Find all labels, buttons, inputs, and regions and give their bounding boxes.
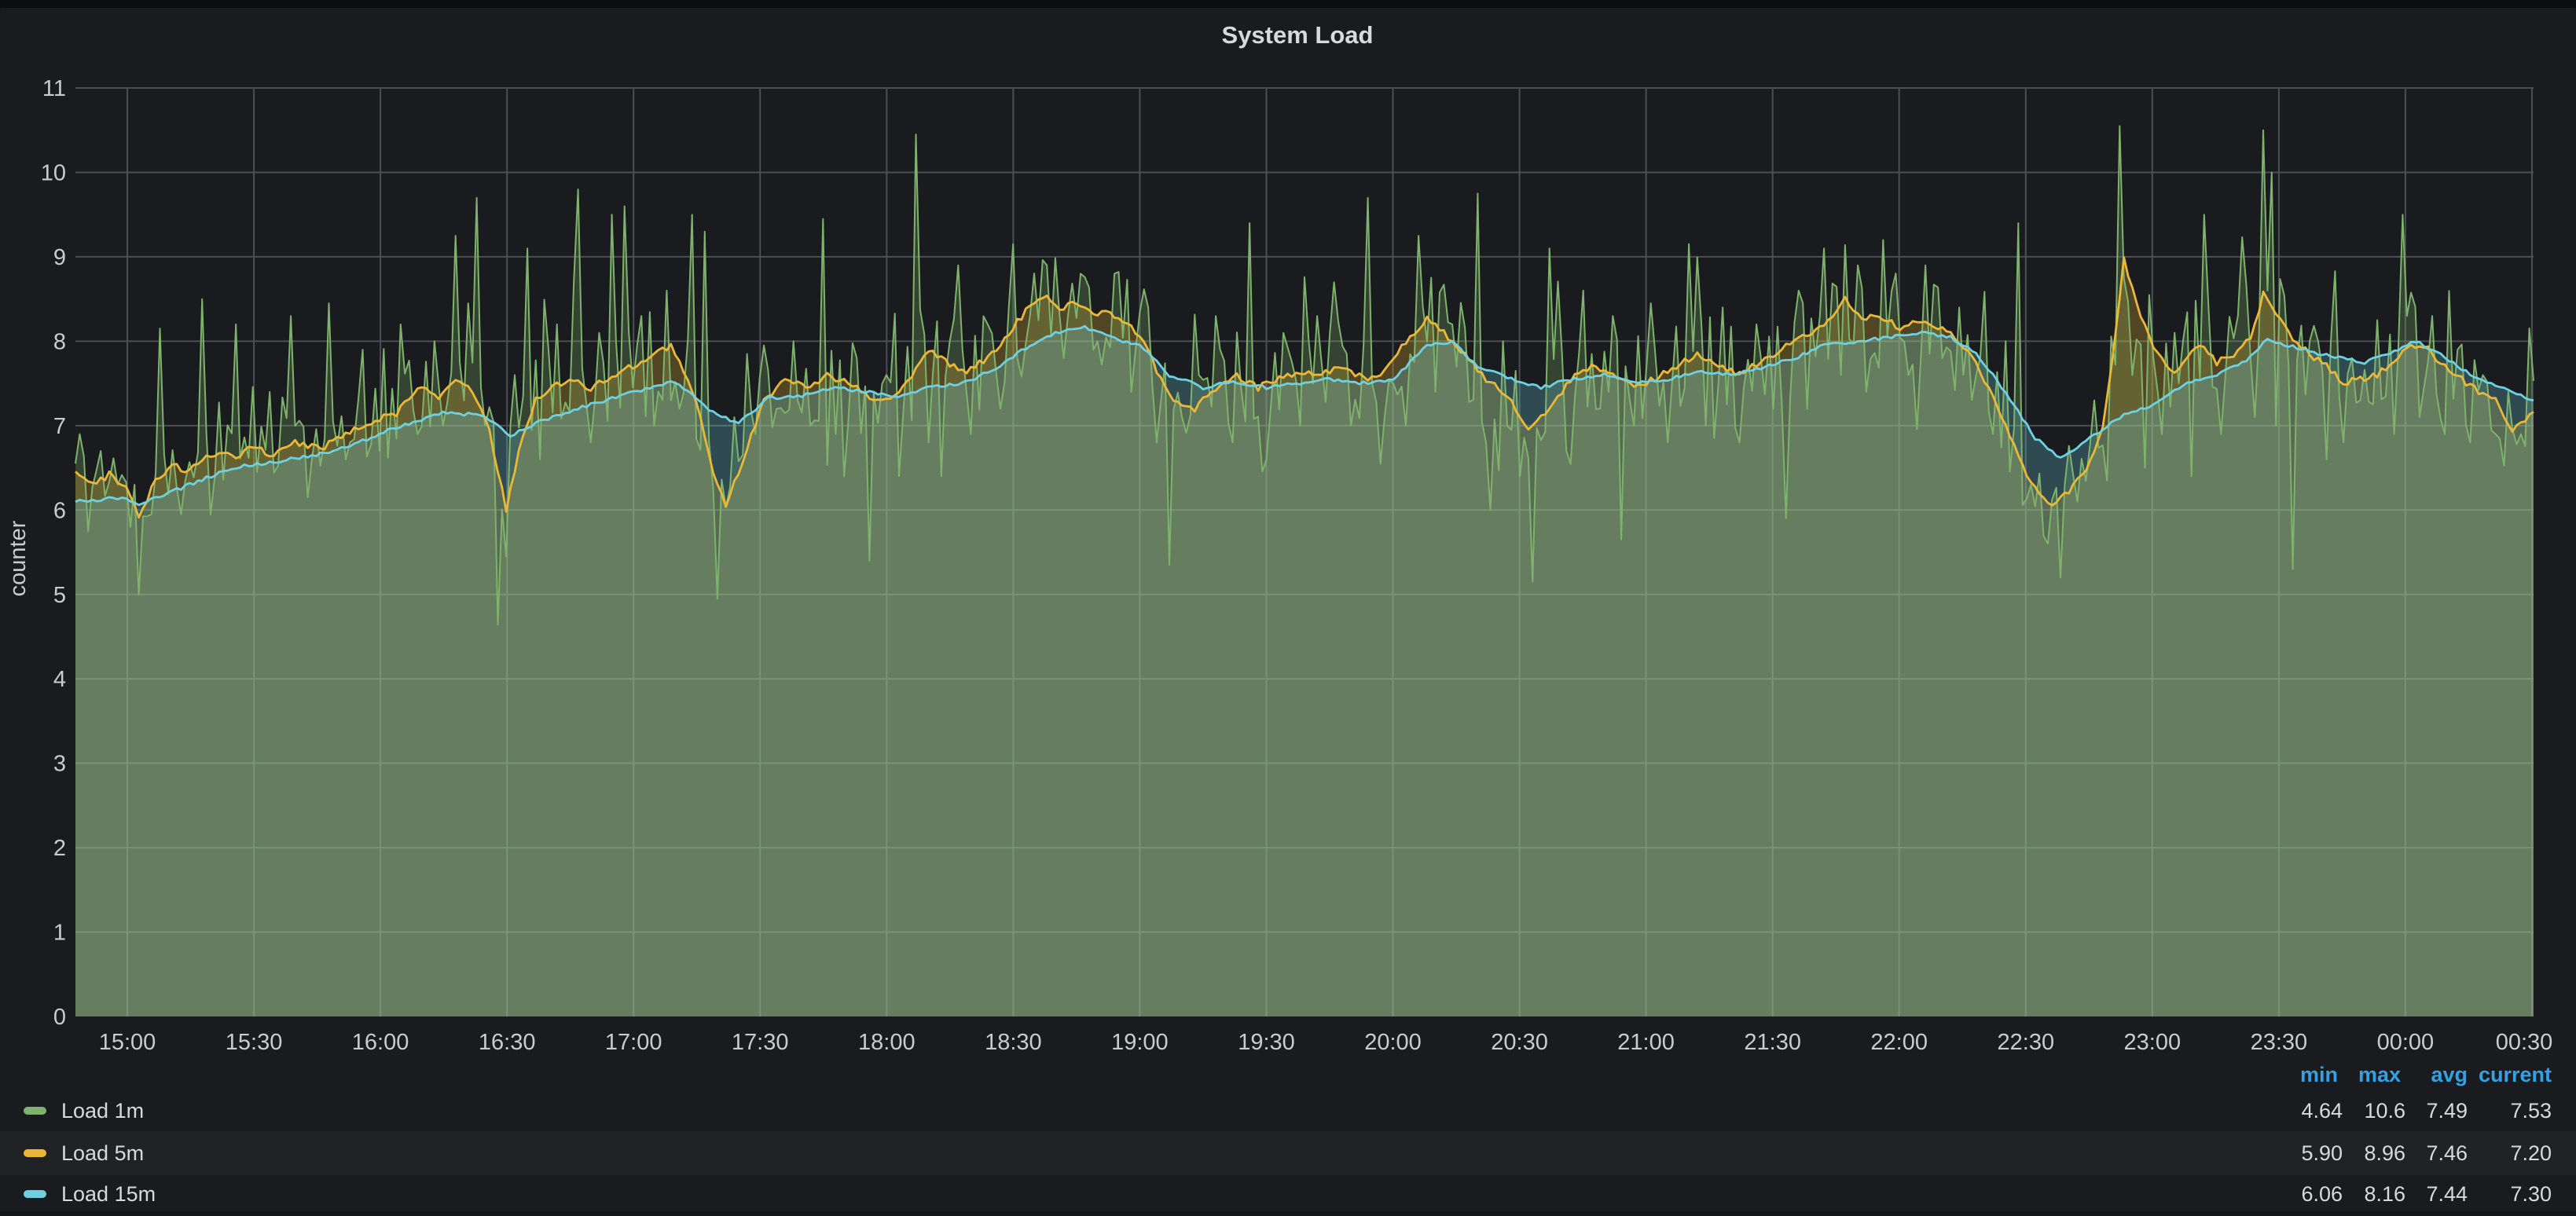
svg-text:0: 0 xyxy=(53,1005,66,1030)
svg-text:16:30: 16:30 xyxy=(479,1030,536,1055)
svg-text:19:00: 19:00 xyxy=(1111,1030,1169,1055)
svg-text:23:30: 23:30 xyxy=(2251,1030,2308,1055)
svg-text:8: 8 xyxy=(53,329,66,354)
svg-text:11: 11 xyxy=(42,76,66,101)
svg-text:7: 7 xyxy=(53,414,66,439)
svg-text:15:30: 15:30 xyxy=(226,1030,283,1055)
svg-text:00:30: 00:30 xyxy=(2496,1030,2553,1055)
svg-text:counter: counter xyxy=(6,520,31,596)
svg-text:9: 9 xyxy=(53,245,66,270)
svg-text:20:30: 20:30 xyxy=(1491,1030,1548,1055)
svg-text:4: 4 xyxy=(53,667,66,692)
svg-text:00:00: 00:00 xyxy=(2377,1030,2435,1055)
svg-text:22:30: 22:30 xyxy=(1998,1030,2055,1055)
svg-text:10: 10 xyxy=(41,161,66,186)
svg-text:18:00: 18:00 xyxy=(858,1030,916,1055)
svg-text:23:00: 23:00 xyxy=(2124,1030,2182,1055)
svg-text:5: 5 xyxy=(53,583,66,608)
svg-text:3: 3 xyxy=(53,752,66,777)
svg-text:1: 1 xyxy=(53,921,66,946)
svg-text:15:00: 15:00 xyxy=(99,1030,156,1055)
svg-text:17:00: 17:00 xyxy=(605,1030,662,1055)
svg-text:21:00: 21:00 xyxy=(1617,1030,1675,1055)
svg-text:20:00: 20:00 xyxy=(1364,1030,1422,1055)
svg-text:17:30: 17:30 xyxy=(732,1030,789,1055)
svg-text:19:30: 19:30 xyxy=(1238,1030,1295,1055)
svg-text:6: 6 xyxy=(53,498,66,523)
svg-text:16:00: 16:00 xyxy=(352,1030,409,1055)
svg-text:18:30: 18:30 xyxy=(985,1030,1042,1055)
svg-text:2: 2 xyxy=(53,836,66,861)
svg-text:22:00: 22:00 xyxy=(1870,1030,1928,1055)
svg-text:21:30: 21:30 xyxy=(1744,1030,1801,1055)
